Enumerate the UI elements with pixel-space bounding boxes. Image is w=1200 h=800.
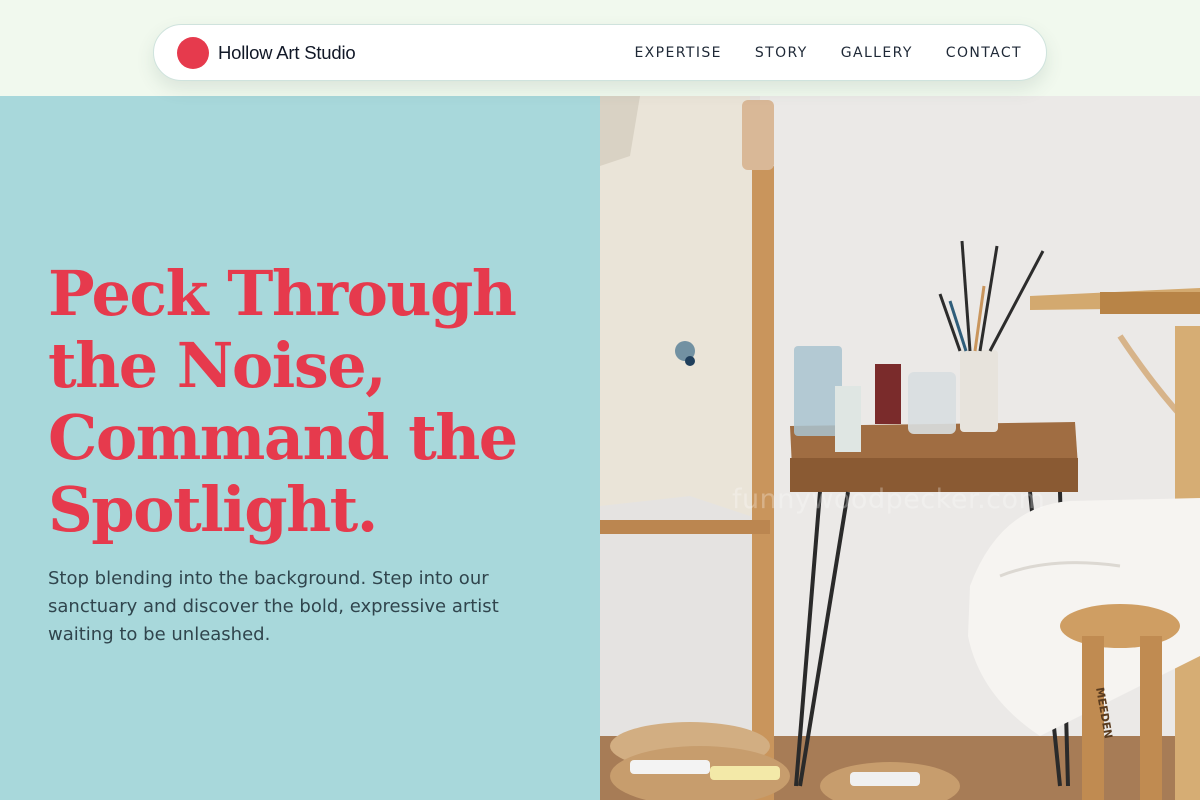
nav-link-gallery[interactable]: GALLERY (841, 45, 913, 61)
hero-photo: MEEDEN (600, 96, 1200, 800)
brand-name: Hollow Art Studio (218, 41, 356, 63)
navbar: Hollow Art Studio EXPERTISE STORY GALLER… (153, 24, 1047, 81)
studio-illustration: MEEDEN (600, 96, 1200, 800)
nav-link-contact[interactable]: CONTACT (946, 45, 1022, 61)
main-nav: EXPERTISE STORY GALLERY CONTACT (634, 45, 1022, 61)
hero-title: Peck Through the Noise, Command the Spot… (48, 257, 518, 546)
brand-logo-icon (177, 36, 209, 69)
hero-subtitle: Stop blending into the background. Step … (48, 568, 499, 645)
brand[interactable]: Hollow Art Studio (177, 36, 356, 69)
nav-link-expertise[interactable]: EXPERTISE (634, 45, 721, 61)
photo-watermark: funnywoodpecker.com (732, 484, 1046, 515)
nav-link-story[interactable]: STORY (755, 45, 808, 61)
